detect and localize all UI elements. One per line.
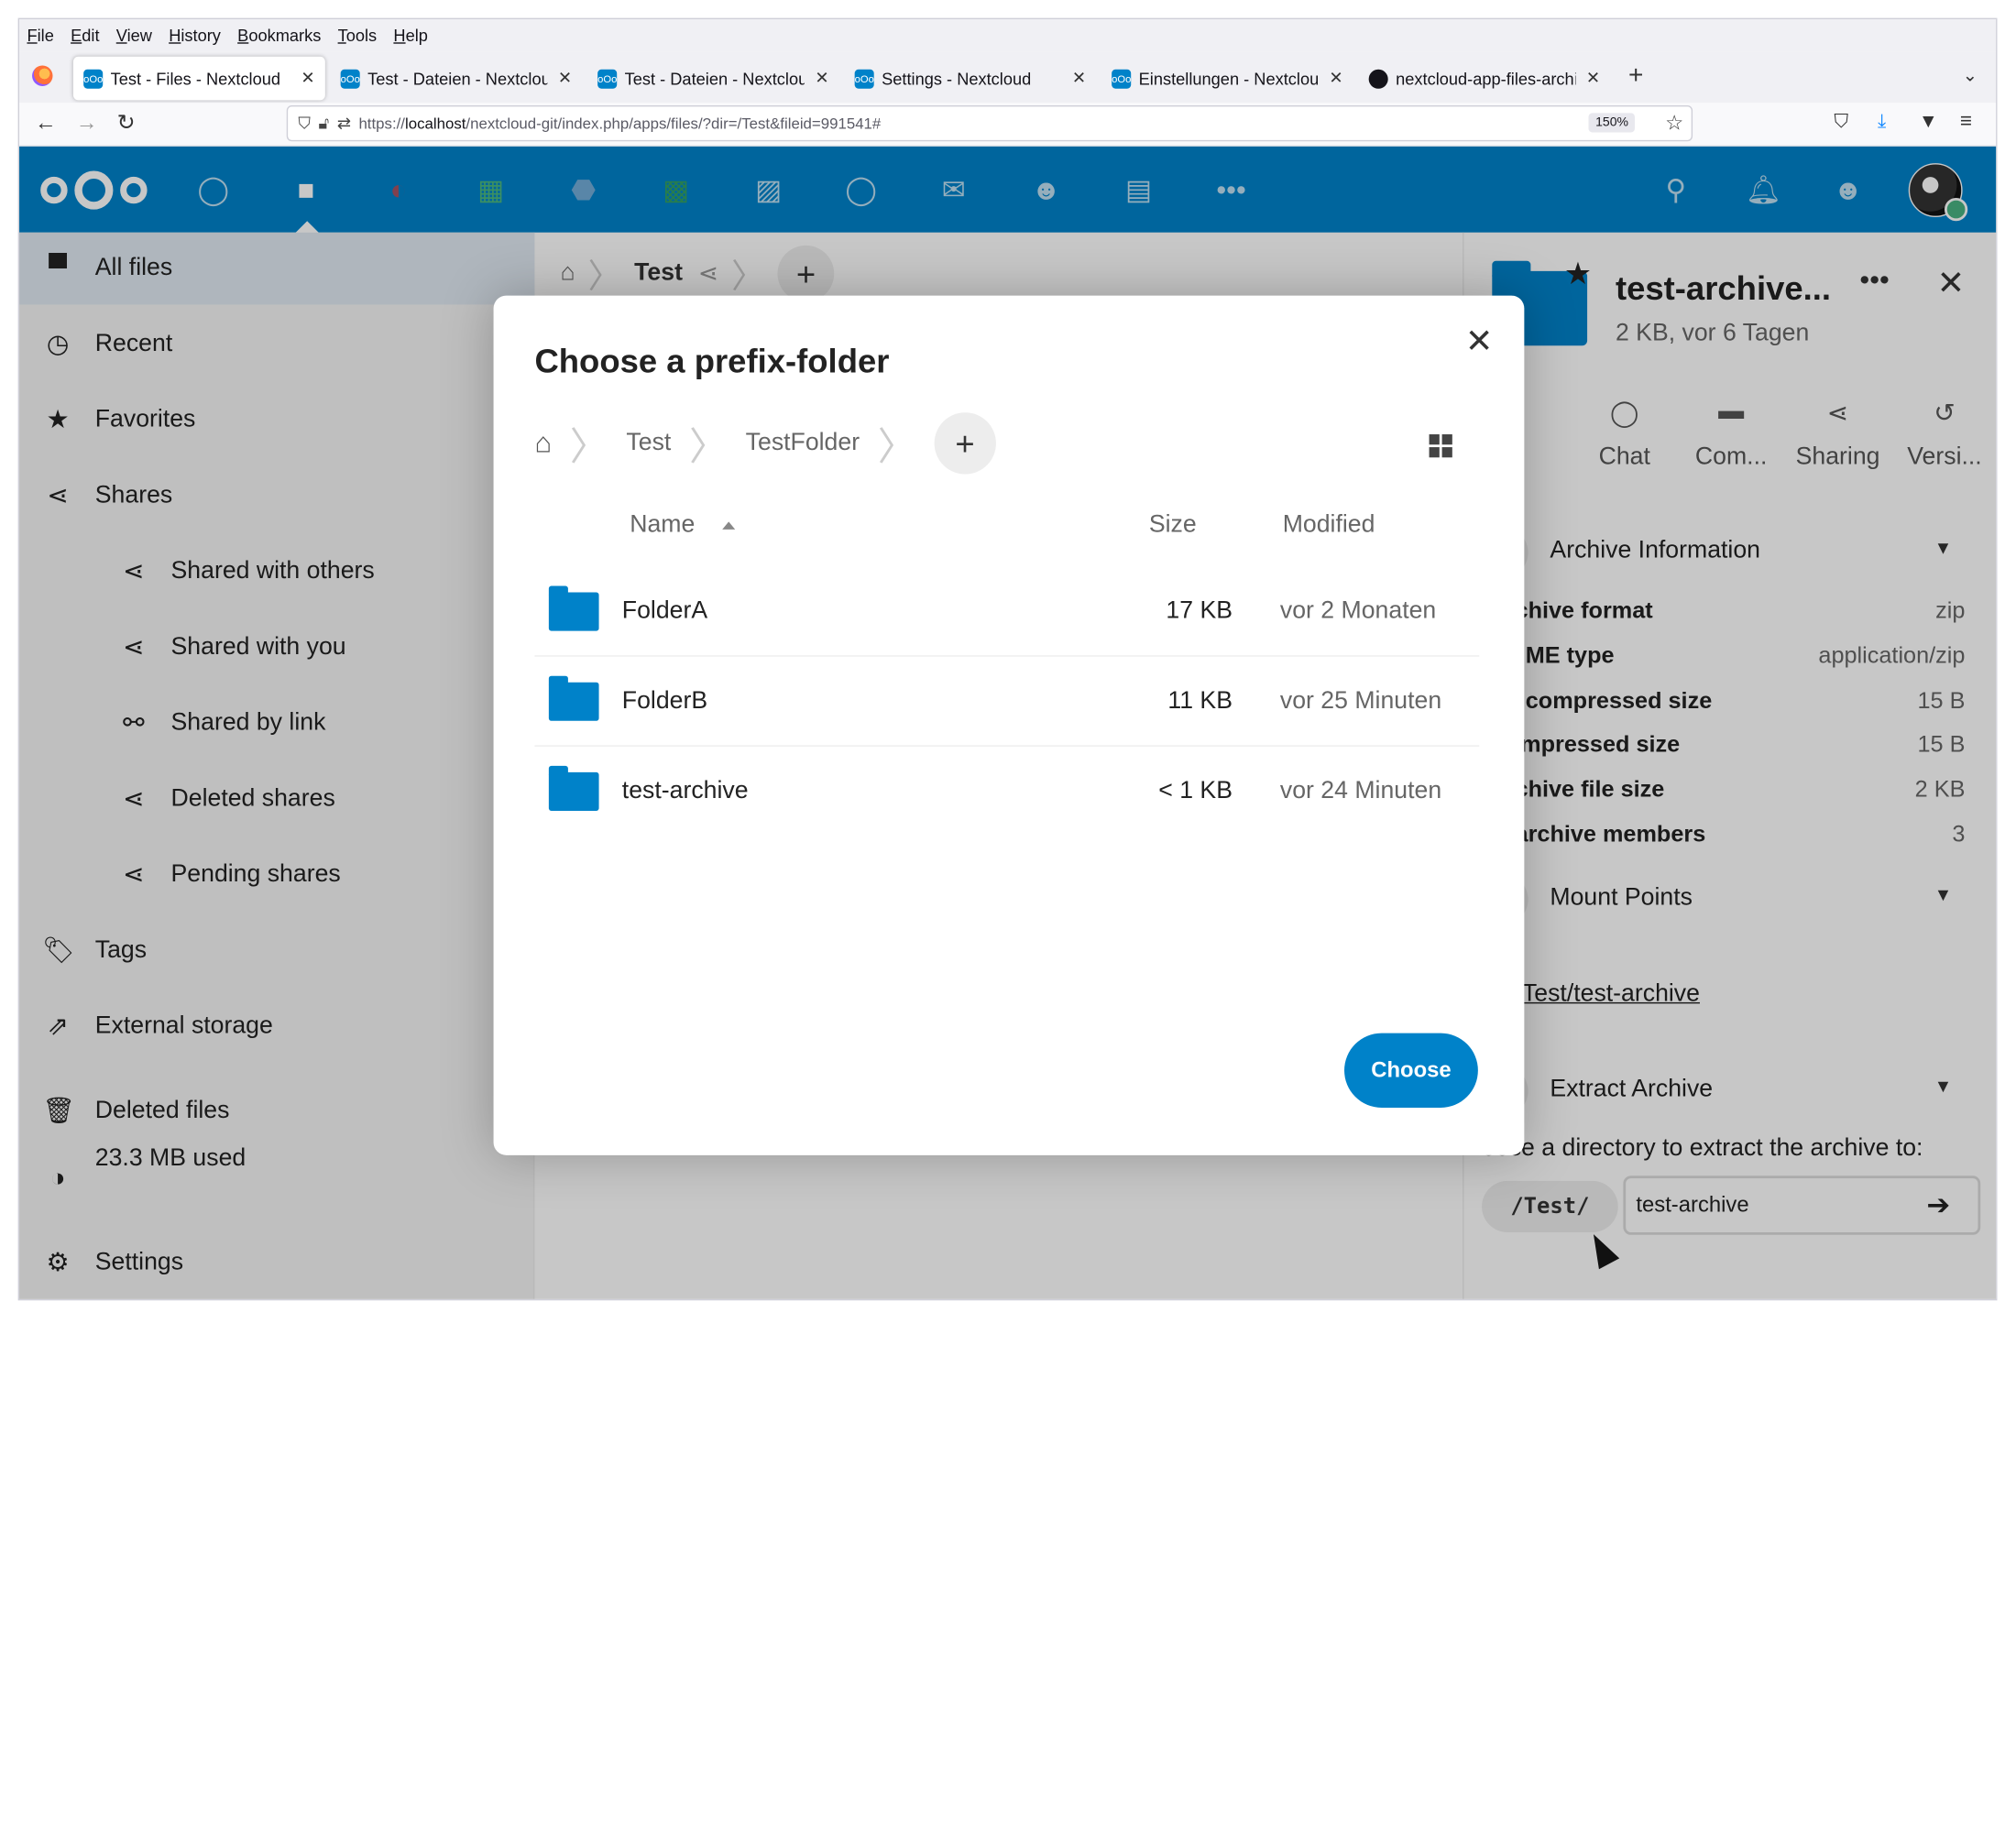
breadcrumb-item[interactable]: TestFolder bbox=[746, 429, 860, 457]
tab-strip: oOo Test - Files - Nextcloud ✕ oOo Test … bbox=[19, 51, 1997, 104]
close-tab-icon[interactable]: ✕ bbox=[301, 68, 314, 88]
menu-history[interactable]: History bbox=[169, 26, 221, 45]
nextcloud-favicon-icon: oOo bbox=[340, 69, 360, 89]
browser-tab[interactable]: oOo Test - Dateien - Nextcloud ✕ bbox=[587, 57, 839, 101]
table-row[interactable]: test-archive < 1 KB vor 24 Minuten bbox=[534, 747, 1479, 837]
grid-view-icon[interactable] bbox=[1429, 434, 1452, 458]
new-tab-icon[interactable]: + bbox=[1628, 61, 1643, 91]
browser-tab[interactable]: nextcloud-app-files-archive ✕ bbox=[1358, 57, 1610, 101]
browser-tab[interactable]: oOo Test - Files - Nextcloud ✕ bbox=[72, 56, 325, 101]
pocket-icon[interactable]: ⛉ bbox=[1834, 111, 1848, 133]
url-text: https://localhost/nextcloud-git/index.ph… bbox=[358, 114, 882, 133]
lock-icon[interactable]: 🔓︎ bbox=[318, 113, 329, 133]
menu-help[interactable]: Help bbox=[393, 26, 428, 45]
chevron-right-icon: 〉 bbox=[688, 426, 729, 469]
github-favicon-icon bbox=[1368, 69, 1388, 89]
forward-icon[interactable]: → bbox=[76, 111, 98, 137]
menu-edit[interactable]: Edit bbox=[71, 26, 99, 45]
breadcrumb-item[interactable]: Test bbox=[626, 429, 671, 457]
hamburger-menu-icon[interactable]: ≡ bbox=[1960, 111, 1972, 134]
column-name[interactable]: Name bbox=[630, 511, 695, 540]
back-icon[interactable]: ← bbox=[35, 111, 57, 137]
sort-ascending-icon[interactable] bbox=[722, 521, 736, 530]
close-icon[interactable]: ✕ bbox=[1465, 322, 1494, 361]
home-icon[interactable]: ⌂ bbox=[534, 427, 552, 460]
menu-bar: File Edit View History Bookmarks Tools H… bbox=[19, 19, 1997, 52]
table-row[interactable]: FolderA 17 KB vor 2 Monaten bbox=[534, 567, 1480, 657]
choose-button[interactable]: Choose bbox=[1344, 1033, 1478, 1108]
chevron-down-icon[interactable]: ⌄ bbox=[1963, 64, 1978, 86]
firefox-icon[interactable] bbox=[32, 65, 53, 86]
nextcloud-favicon-icon: oOo bbox=[854, 69, 874, 89]
menu-tools[interactable]: Tools bbox=[338, 26, 378, 45]
close-tab-icon[interactable]: ✕ bbox=[815, 68, 828, 88]
close-tab-icon[interactable]: ✕ bbox=[1586, 68, 1600, 88]
nextcloud-favicon-icon: oOo bbox=[597, 69, 617, 89]
reload-icon[interactable]: ↻ bbox=[117, 111, 136, 137]
folder-icon bbox=[548, 765, 599, 811]
browser-tab[interactable]: oOo Settings - Nextcloud ✕ bbox=[844, 57, 1096, 101]
bookmark-star-icon[interactable]: ☆ bbox=[1665, 111, 1683, 137]
browser-tab[interactable]: oOo Test - Dateien - Nextcloud ✕ bbox=[330, 57, 582, 101]
table-row[interactable]: FolderB 11 KB vor 25 Minuten bbox=[534, 657, 1480, 747]
dialog-breadcrumb: ⌂ 〉 Test 〉 TestFolder 〉 + bbox=[534, 412, 996, 475]
close-tab-icon[interactable]: ✕ bbox=[1072, 68, 1086, 88]
column-modified[interactable]: Modified bbox=[1283, 511, 1375, 540]
download-icon[interactable]: ⤓ bbox=[1878, 111, 1886, 133]
column-size[interactable]: Size bbox=[1149, 511, 1197, 540]
close-tab-icon[interactable]: ✕ bbox=[558, 68, 572, 88]
menu-file[interactable]: File bbox=[27, 26, 53, 45]
extension-icon[interactable]: ▼ bbox=[1919, 111, 1938, 133]
menu-bookmarks[interactable]: Bookmarks bbox=[237, 26, 321, 45]
navigation-bar: ← → ↻ ⛉ 🔓︎ ⇄ https://localhost/nextcloud… bbox=[19, 103, 1997, 147]
nextcloud-favicon-icon: oOo bbox=[83, 69, 103, 89]
zoom-indicator[interactable]: 150% bbox=[1589, 113, 1635, 133]
chevron-right-icon: 〉 bbox=[877, 426, 916, 469]
permissions-icon[interactable]: ⇄ bbox=[337, 113, 351, 133]
folder-icon bbox=[548, 585, 599, 631]
menu-view[interactable]: View bbox=[116, 26, 152, 45]
file-picker-dialog: Choose a prefix-folder ✕ ⌂ 〉 Test 〉 Test… bbox=[493, 295, 1525, 1155]
url-bar[interactable]: ⛉ 🔓︎ ⇄ https://localhost/nextcloud-git/i… bbox=[286, 105, 1693, 142]
nextcloud-favicon-icon: oOo bbox=[1112, 69, 1131, 89]
browser-window: File Edit View History Bookmarks Tools H… bbox=[17, 17, 1998, 1301]
chevron-right-icon: 〉 bbox=[569, 426, 608, 469]
browser-tab[interactable]: oOo Einstellungen - Nextcloud ✕ bbox=[1101, 57, 1353, 101]
folder-icon bbox=[548, 675, 599, 721]
new-folder-button[interactable]: + bbox=[934, 412, 996, 475]
table-header: Name Size Modified bbox=[534, 511, 1479, 550]
shield-icon[interactable]: ⛉ bbox=[298, 113, 311, 133]
close-tab-icon[interactable]: ✕ bbox=[1329, 68, 1342, 88]
dialog-title: Choose a prefix-folder bbox=[534, 342, 890, 381]
